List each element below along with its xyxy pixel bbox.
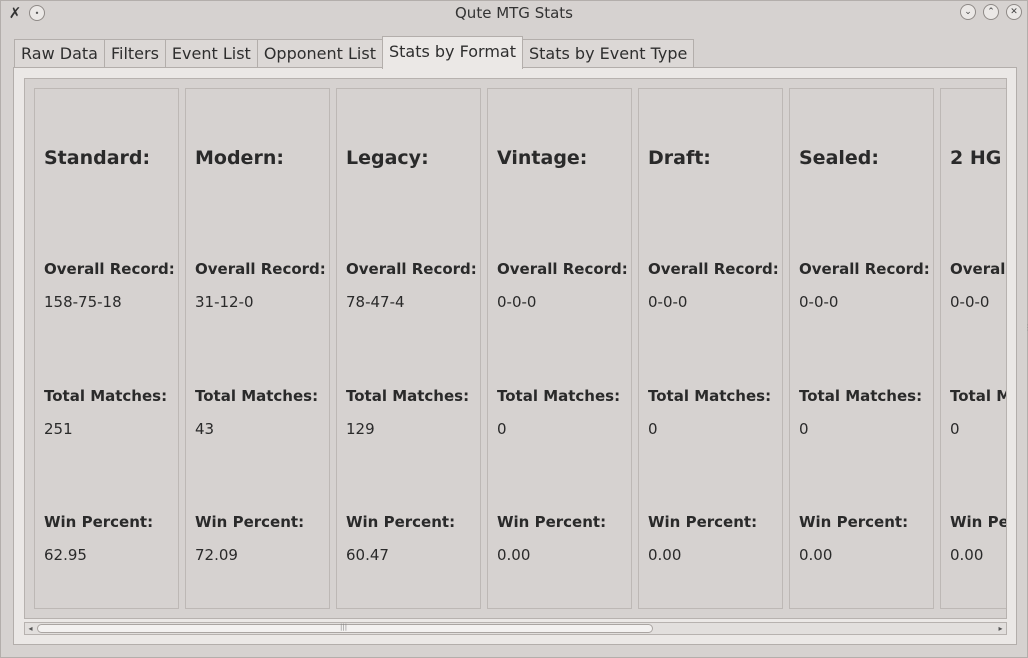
overall-record-label: Overall Record:: [648, 260, 779, 278]
stats-by-format-pane: Standard: Overall Record: 158-75-18 Tota…: [13, 67, 1017, 645]
overall-record-value: 31-12-0: [195, 293, 254, 311]
win-percent-value: 0.00: [799, 546, 833, 564]
overall-record-value: 0-0-0: [799, 293, 839, 311]
overall-record-label: Overall Record:: [497, 260, 628, 278]
overall-record-label: Overall Record:: [195, 260, 326, 278]
format-name: Vintage:: [497, 147, 588, 169]
total-matches-label: Total Matches:: [346, 387, 470, 405]
format-card-vintage: Vintage: Overall Record: 0-0-0 Total Mat…: [487, 88, 632, 609]
win-percent-label: Win Percent:: [346, 513, 456, 531]
win-percent-label: Win Percent:: [195, 513, 305, 531]
format-name: 2 HG Sealed:: [950, 147, 1006, 169]
format-card-2hg-sealed: 2 HG Sealed: Overall Record: 0-0-0 Total…: [940, 88, 1007, 609]
overall-record-label: Overall Record:: [799, 260, 930, 278]
tab-bar: Raw Data Filters Event List Opponent Lis…: [14, 36, 695, 69]
total-matches-value: 0: [648, 420, 658, 438]
win-percent-value: 72.09: [195, 546, 238, 564]
minimize-icon[interactable]: ⌄: [960, 4, 976, 20]
overall-record-value: 78-47-4: [346, 293, 405, 311]
overall-record-label: Overall Record:: [346, 260, 477, 278]
overall-record-label: Overall Record:: [44, 260, 175, 278]
total-matches-label: Total Matches:: [195, 387, 319, 405]
format-name: Legacy:: [346, 147, 429, 169]
window-title: Qute MTG Stats: [455, 4, 573, 22]
total-matches-value: 0: [799, 420, 809, 438]
format-card-draft: Draft: Overall Record: 0-0-0 Total Match…: [638, 88, 783, 609]
total-matches-label: Total Matches:: [44, 387, 168, 405]
horizontal-scrollbar[interactable]: ◂ ||| ▸: [24, 622, 1007, 635]
total-matches-value: 0: [497, 420, 507, 438]
format-card-standard: Standard: Overall Record: 158-75-18 Tota…: [34, 88, 179, 609]
format-card-modern: Modern: Overall Record: 31-12-0 Total Ma…: [185, 88, 330, 609]
format-scroll-area[interactable]: Standard: Overall Record: 158-75-18 Tota…: [24, 78, 1007, 619]
format-name: Modern:: [195, 147, 284, 169]
win-percent-value: 0.00: [497, 546, 531, 564]
win-percent-label: Win Percent:: [44, 513, 154, 531]
total-matches-label: Total Matches:: [497, 387, 621, 405]
total-matches-value: 43: [195, 420, 215, 438]
win-percent-label: Win Percent:: [497, 513, 607, 531]
app-window: ✗ • Qute MTG Stats ⌄ ⌃ ✕ Raw Data Filter…: [0, 0, 1028, 658]
overall-record-value: 0-0-0: [497, 293, 537, 311]
total-matches-label: Total Matches:: [648, 387, 772, 405]
overall-record-value: 0-0-0: [648, 293, 688, 311]
tab-stats-by-event-type[interactable]: Stats by Event Type: [522, 39, 695, 68]
tab-filters[interactable]: Filters: [103, 39, 166, 68]
tab-event-list[interactable]: Event List: [164, 39, 258, 68]
format-card-sealed: Sealed: Overall Record: 0-0-0 Total Matc…: [789, 88, 934, 609]
format-card-legacy: Legacy: Overall Record: 78-47-4 Total Ma…: [336, 88, 481, 609]
scroll-left-icon[interactable]: ◂: [25, 623, 36, 634]
win-percent-value: 0.00: [648, 546, 682, 564]
total-matches-label: Total Matches:: [950, 387, 1006, 405]
overall-record-value: 0-0-0: [950, 293, 990, 311]
total-matches-value: 129: [346, 420, 375, 438]
total-matches-value: 0: [950, 420, 960, 438]
maximize-icon[interactable]: ⌃: [983, 4, 999, 20]
resize-grip-icon[interactable]: ⋮: [1024, 323, 1028, 335]
scroll-right-icon[interactable]: ▸: [995, 623, 1006, 634]
overall-record-value: 158-75-18: [44, 293, 122, 311]
close-icon[interactable]: ✕: [1006, 4, 1022, 20]
win-percent-value: 60.47: [346, 546, 389, 564]
tab-raw-data[interactable]: Raw Data: [14, 39, 105, 68]
scrollbar-thumb[interactable]: |||: [37, 623, 653, 633]
total-matches-value: 251: [44, 420, 73, 438]
tab-stats-by-format[interactable]: Stats by Format: [381, 36, 523, 69]
grip-icon: |||: [340, 623, 348, 631]
format-name: Draft:: [648, 147, 711, 169]
title-bar[interactable]: ✗ • Qute MTG Stats ⌄ ⌃ ✕: [1, 1, 1027, 25]
win-percent-label: Win Percent:: [950, 513, 1007, 531]
win-percent-value: 62.95: [44, 546, 87, 564]
total-matches-label: Total Matches:: [799, 387, 923, 405]
tab-opponent-list[interactable]: Opponent List: [256, 39, 383, 68]
format-name: Sealed:: [799, 147, 879, 169]
win-percent-label: Win Percent:: [648, 513, 758, 531]
win-percent-label: Win Percent:: [799, 513, 909, 531]
format-name: Standard:: [44, 147, 151, 169]
overall-record-label: Overall Record:: [950, 260, 1007, 278]
win-percent-value: 0.00: [950, 546, 984, 564]
